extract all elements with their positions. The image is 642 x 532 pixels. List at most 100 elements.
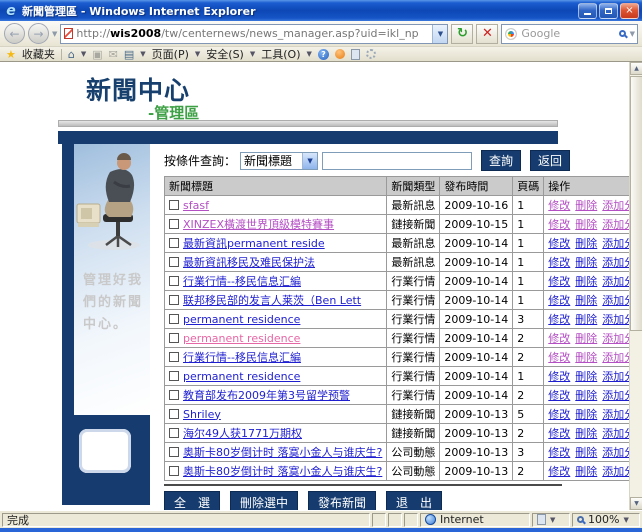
delete-link[interactable]: 刪除 bbox=[575, 446, 597, 459]
news-title-link[interactable]: 海尔49人获1771万期权 bbox=[183, 427, 302, 440]
exit-button[interactable]: 退 出 bbox=[386, 491, 442, 510]
delete-link[interactable]: 刪除 bbox=[575, 351, 597, 364]
news-title-link[interactable]: permanent residence bbox=[183, 313, 300, 326]
news-title-link[interactable]: permanent residence bbox=[183, 332, 300, 345]
news-title-link[interactable]: XINZEX橫渡世界頂級模特賽事 bbox=[183, 218, 334, 231]
row-checkbox[interactable] bbox=[169, 333, 179, 343]
favorites-star-icon[interactable]: ★ bbox=[6, 48, 16, 61]
select-all-button[interactable]: 全 選 bbox=[164, 491, 220, 510]
stop-button[interactable]: ✕ bbox=[476, 24, 498, 44]
delete-link[interactable]: 刪除 bbox=[575, 256, 597, 269]
news-title-link[interactable]: sfasf bbox=[183, 199, 209, 212]
delete-selected-button[interactable]: 刪除選中 bbox=[230, 491, 298, 510]
help-icon[interactable]: ? bbox=[318, 49, 329, 60]
modify-link[interactable]: 修改 bbox=[548, 446, 570, 459]
delete-link[interactable]: 刪除 bbox=[575, 199, 597, 212]
search-icon[interactable] bbox=[619, 30, 626, 37]
row-checkbox[interactable] bbox=[169, 352, 179, 362]
row-checkbox[interactable] bbox=[169, 428, 179, 438]
delete-link[interactable]: 刪除 bbox=[575, 465, 597, 478]
zoom-dropdown-icon[interactable]: ▼ bbox=[623, 516, 628, 524]
close-button[interactable]: × bbox=[620, 3, 639, 19]
mail-icon[interactable]: ✉ bbox=[109, 48, 118, 61]
favorites-label[interactable]: 收藏夹 bbox=[22, 46, 55, 62]
modify-link[interactable]: 修改 bbox=[548, 313, 570, 326]
delete-link[interactable]: 刪除 bbox=[575, 237, 597, 250]
row-checkbox[interactable] bbox=[169, 238, 179, 248]
history-dropdown-icon[interactable]: ▼ bbox=[52, 30, 57, 38]
news-title-link[interactable]: 行業行情--移民信息汇編 bbox=[183, 351, 301, 364]
delete-link[interactable]: 刪除 bbox=[575, 408, 597, 421]
filter-cell[interactable]: ▼ bbox=[532, 513, 570, 527]
feed-icon[interactable]: ▣ bbox=[92, 48, 102, 61]
modify-link[interactable]: 修改 bbox=[548, 256, 570, 269]
print-icon[interactable]: ▤ bbox=[124, 48, 134, 61]
modify-link[interactable]: 修改 bbox=[548, 294, 570, 307]
safety-menu-dropdown-icon[interactable]: ▼ bbox=[250, 50, 255, 58]
news-title-link[interactable]: permanent residence bbox=[183, 370, 300, 383]
search-dropdown-icon[interactable]: ▼ bbox=[630, 30, 635, 38]
search-box[interactable]: Google ▼ bbox=[501, 24, 638, 44]
gear-icon[interactable] bbox=[366, 49, 376, 59]
delete-link[interactable]: 刪除 bbox=[575, 294, 597, 307]
modify-link[interactable]: 修改 bbox=[548, 465, 570, 478]
news-title-link[interactable]: 联邦移民部的发言人莱茨（Ben Lett bbox=[183, 294, 361, 307]
row-checkbox[interactable] bbox=[169, 219, 179, 229]
row-checkbox[interactable] bbox=[169, 409, 179, 419]
row-checkbox[interactable] bbox=[169, 466, 179, 476]
modify-link[interactable]: 修改 bbox=[548, 199, 570, 212]
row-checkbox[interactable] bbox=[169, 257, 179, 267]
clipboard-icon[interactable] bbox=[351, 49, 360, 60]
search-input[interactable]: Google bbox=[521, 27, 614, 40]
scrollbar-thumb[interactable] bbox=[630, 76, 642, 331]
page-menu-dropdown-icon[interactable]: ▼ bbox=[195, 50, 200, 58]
modify-link[interactable]: 修改 bbox=[548, 351, 570, 364]
query-field-select[interactable]: 新聞標題 ▼ bbox=[240, 152, 318, 170]
chevron-down-icon[interactable]: ▼ bbox=[302, 153, 317, 169]
delete-link[interactable]: 刪除 bbox=[575, 275, 597, 288]
vertical-scrollbar[interactable]: ▲ ▼ bbox=[629, 62, 642, 510]
news-title-link[interactable]: 最新資訊移民及难民保护法 bbox=[183, 256, 315, 269]
news-title-link[interactable]: 最新資訊permanent reside bbox=[183, 237, 325, 250]
refresh-button[interactable]: ↻ bbox=[451, 24, 473, 44]
minimize-button[interactable] bbox=[578, 3, 597, 19]
delete-link[interactable]: 刪除 bbox=[575, 313, 597, 326]
home-icon[interactable]: ⌂ bbox=[68, 48, 75, 61]
menu-safety[interactable]: 安全(S) bbox=[206, 46, 244, 62]
row-checkbox[interactable] bbox=[169, 447, 179, 457]
delete-link[interactable]: 刪除 bbox=[575, 389, 597, 402]
news-title-link[interactable]: 行業行情--移民信息汇編 bbox=[183, 275, 301, 288]
query-back-button[interactable]: 返回 bbox=[530, 150, 570, 171]
delete-link[interactable]: 刪除 bbox=[575, 370, 597, 383]
forward-button[interactable]: → bbox=[28, 23, 49, 44]
modify-link[interactable]: 修改 bbox=[548, 218, 570, 231]
news-title-link[interactable]: Shriley bbox=[183, 408, 221, 421]
modify-link[interactable]: 修改 bbox=[548, 237, 570, 250]
modify-link[interactable]: 修改 bbox=[548, 408, 570, 421]
news-title-link[interactable]: 奥斯卡80岁倒计时 落寞小金人与谁庆生? bbox=[183, 446, 382, 459]
news-title-link[interactable]: 教育部发布2009年第3号留学预警 bbox=[183, 389, 350, 402]
query-input[interactable] bbox=[322, 152, 472, 170]
delete-link[interactable]: 刪除 bbox=[575, 427, 597, 440]
restore-button[interactable] bbox=[599, 3, 618, 19]
row-checkbox[interactable] bbox=[169, 200, 179, 210]
menu-page[interactable]: 页面(P) bbox=[152, 46, 189, 62]
address-bar[interactable]: http://wis2008/tw/centernews/news_manage… bbox=[60, 24, 448, 44]
delete-link[interactable]: 刪除 bbox=[575, 218, 597, 231]
address-dropdown-icon[interactable]: ▼ bbox=[432, 25, 447, 43]
row-checkbox[interactable] bbox=[169, 390, 179, 400]
home-dropdown-icon[interactable]: ▼ bbox=[81, 50, 86, 58]
row-checkbox[interactable] bbox=[169, 314, 179, 324]
query-search-button[interactable]: 查詢 bbox=[481, 150, 521, 171]
tools-menu-dropdown-icon[interactable]: ▼ bbox=[307, 50, 312, 58]
delete-link[interactable]: 刪除 bbox=[575, 332, 597, 345]
filter-dropdown-icon[interactable]: ▼ bbox=[550, 516, 555, 524]
row-checkbox[interactable] bbox=[169, 276, 179, 286]
scroll-down-icon[interactable]: ▼ bbox=[630, 497, 642, 510]
news-title-link[interactable]: 奥斯卡80岁倒计时 落寞小金人与谁庆生? bbox=[183, 465, 382, 478]
print-dropdown-icon[interactable]: ▼ bbox=[140, 50, 145, 58]
modify-link[interactable]: 修改 bbox=[548, 370, 570, 383]
modify-link[interactable]: 修改 bbox=[548, 389, 570, 402]
row-checkbox[interactable] bbox=[169, 371, 179, 381]
modify-link[interactable]: 修改 bbox=[548, 332, 570, 345]
